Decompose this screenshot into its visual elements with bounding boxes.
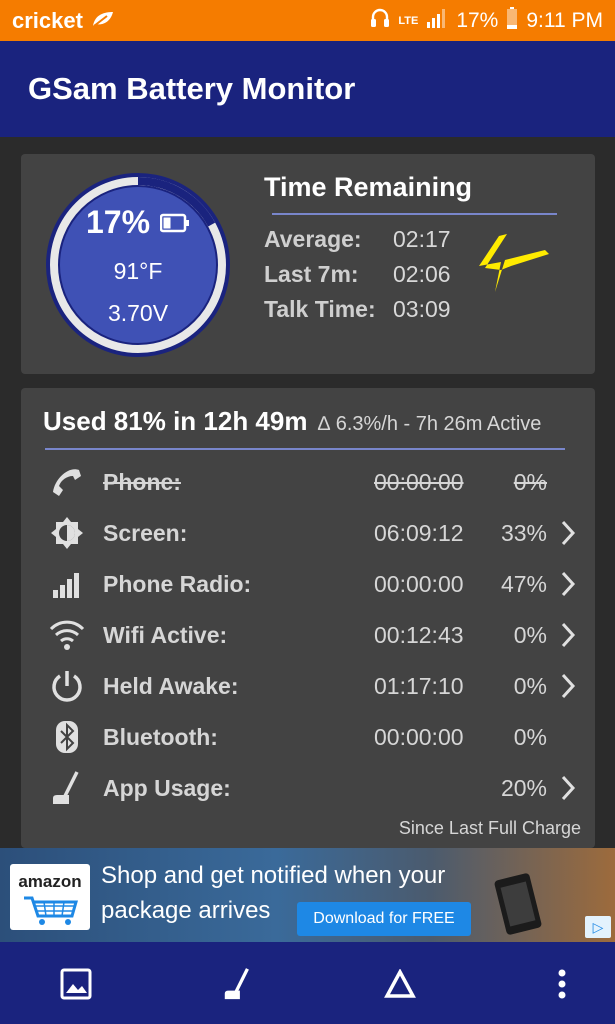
usage-label: Screen: xyxy=(103,520,188,546)
time-remaining-card[interactable]: 17% 91°F 3.70V Time Remaining Average: 0… xyxy=(21,154,595,374)
usage-time: 00:00:00 xyxy=(374,469,464,495)
usage-percent: 47% xyxy=(500,571,547,597)
time-remaining-title: Time Remaining xyxy=(264,172,473,202)
ad-info-icon[interactable]: ▷ xyxy=(585,916,611,938)
gauge-voltage: 3.70V xyxy=(107,300,169,326)
chevron-right-icon xyxy=(561,622,576,648)
more-vert-icon xyxy=(558,969,566,999)
usage-row-bluetooth[interactable]: Bluetooth: 00:00:00 0% xyxy=(21,715,595,759)
headset-icon xyxy=(370,7,390,35)
battery-percent: 17% xyxy=(456,8,499,32)
tr-value-talk-time: 03:09 xyxy=(393,296,451,322)
screen-brightness-icon xyxy=(49,515,85,551)
app-usage-icon xyxy=(224,968,249,1000)
overflow-menu-button[interactable] xyxy=(542,964,582,1004)
usage-row-phone-radio[interactable]: Phone Radio: 00:00:00 47% xyxy=(21,562,595,606)
shopping-cart-icon xyxy=(24,896,78,925)
chevron-right-icon xyxy=(561,673,576,699)
usage-percent: 0% xyxy=(513,673,547,699)
usage-time: 00:00:00 xyxy=(374,724,464,750)
phone-icon xyxy=(49,464,85,500)
delta-icon xyxy=(384,969,416,998)
yellow-arrow-annotation xyxy=(479,234,549,292)
gallery-icon xyxy=(60,968,92,1000)
app-usage-button[interactable] xyxy=(218,964,258,1004)
tr-label-talk-time: Talk Time: xyxy=(264,296,376,322)
tr-label-average: Average: xyxy=(264,226,362,252)
usage-label: Phone Radio: xyxy=(103,571,252,597)
carrier-name: cricket xyxy=(12,7,83,33)
usage-percent: 0% xyxy=(513,469,547,495)
divider xyxy=(45,448,565,450)
usage-time: 01:17:10 xyxy=(374,673,464,699)
usage-label: Phone: xyxy=(103,469,181,495)
usage-percent: 33% xyxy=(500,520,547,546)
usage-label: Wifi Active: xyxy=(103,622,228,648)
signal-icon xyxy=(426,8,448,34)
ad-headline-1: Shop and get notified when your xyxy=(101,862,446,889)
tr-value-average: 02:17 xyxy=(393,226,451,252)
app-title: GSam Battery Monitor xyxy=(28,71,356,106)
usage-card: Used 81% in 12h 49m ∆ 6.3%/h - 7h 26m Ac… xyxy=(21,388,595,848)
usage-percent: 0% xyxy=(513,724,547,750)
usage-row-held-awake[interactable]: Held Awake: 01:17:10 0% xyxy=(21,664,595,708)
phone-photo-icon xyxy=(494,873,542,935)
clock: 9:11 PM xyxy=(526,8,603,32)
ad-download-button[interactable]: Download for FREE xyxy=(297,902,471,936)
bluetooth-icon xyxy=(49,719,85,755)
gauge-readouts: 17% 91°F 3.70V xyxy=(43,170,233,360)
signal-bars-icon xyxy=(49,566,85,602)
usage-summary: Used 81% in 12h 49m xyxy=(43,406,308,436)
gauge-temperature: 91°F xyxy=(113,258,163,284)
usage-summary-line: Used 81% in 12h 49m ∆ 6.3%/h - 7h 26m Ac… xyxy=(43,406,541,437)
usage-footer: Since Last Full Charge xyxy=(398,818,581,838)
network-type: LTE xyxy=(398,14,419,27)
ad-banner[interactable]: amazon Shop and get notified when your p… xyxy=(0,848,615,942)
carrier: cricket xyxy=(12,8,115,34)
usage-time: 00:12:43 xyxy=(374,622,464,648)
usage-percent: 0% xyxy=(513,622,547,648)
power-icon xyxy=(49,668,85,704)
gallery-button[interactable] xyxy=(56,964,96,1004)
gauge-percent: 17% xyxy=(85,204,151,240)
usage-rate: ∆ 6.3%/h - 7h 26m Active xyxy=(317,413,542,435)
leaf-icon xyxy=(91,8,115,34)
divider xyxy=(272,213,557,215)
usage-percent: 20% xyxy=(500,775,547,801)
battery-icon xyxy=(159,204,190,241)
status-icons: LTE 17% 9:11 PM xyxy=(370,6,603,35)
delta-button[interactable] xyxy=(380,964,420,1004)
chevron-right-icon xyxy=(561,571,576,597)
usage-label: Held Awake: xyxy=(103,673,239,699)
usage-time: 06:09:12 xyxy=(374,520,464,546)
bottom-nav xyxy=(0,942,615,1024)
chevron-right-icon xyxy=(561,775,576,801)
app-usage-icon xyxy=(49,770,85,806)
wifi-icon xyxy=(49,617,85,653)
chevron-right-icon xyxy=(561,520,576,546)
tr-value-last7m: 02:06 xyxy=(393,261,451,287)
usage-row-wifi[interactable]: Wifi Active: 00:12:43 0% xyxy=(21,613,595,657)
usage-label: Bluetooth: xyxy=(103,724,218,750)
battery-icon xyxy=(506,6,518,35)
usage-time: 00:00:00 xyxy=(374,571,464,597)
tr-label-last7m: Last 7m: xyxy=(264,261,359,287)
usage-label: App Usage: xyxy=(103,775,231,801)
usage-row-screen[interactable]: Screen: 06:09:12 33% xyxy=(21,511,595,555)
usage-row-phone[interactable]: Phone: 00:00:00 0% xyxy=(21,460,595,504)
usage-row-app-usage[interactable]: App Usage: 20% xyxy=(21,766,595,810)
status-bar: cricket LTE 17% 9:11 PM xyxy=(0,0,615,41)
app-bar: GSam Battery Monitor xyxy=(0,41,615,137)
amazon-brand: amazon xyxy=(18,872,82,891)
ad-headline-2: package arrives xyxy=(101,897,271,924)
amazon-logo: amazon xyxy=(10,864,90,930)
